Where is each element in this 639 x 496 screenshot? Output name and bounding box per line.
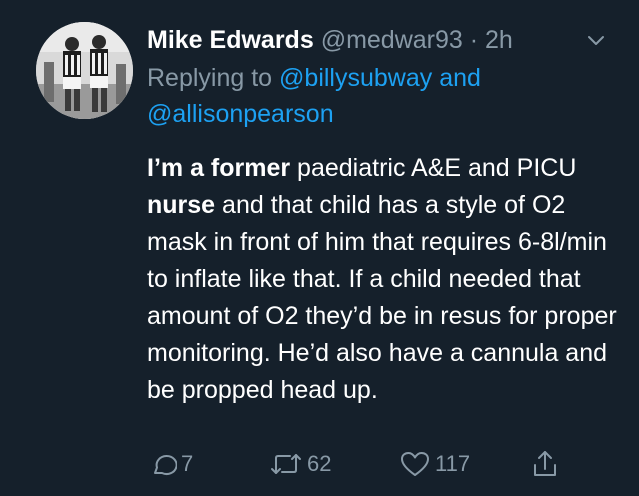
reply-icon	[154, 455, 177, 476]
reply-count: 7	[181, 451, 194, 476]
tweet-body: I’m a former paediatric A&E and PICU nur…	[147, 150, 627, 409]
author-handle[interactable]: @medwar93	[321, 26, 463, 54]
reply-button[interactable]: 7	[147, 444, 193, 484]
tweet-text: and that child has a style of O2 mask in…	[147, 191, 617, 404]
mention-link[interactable]: @billysubway	[279, 64, 432, 92]
like-button[interactable]: 117	[399, 444, 470, 484]
separator-dot: ·	[469, 26, 479, 54]
like-count: 117	[435, 451, 471, 476]
tweet[interactable]: Mike Edwards @medwar93 · 2h Replying to …	[0, 0, 639, 496]
replying-and: and	[432, 64, 481, 92]
replying-to: Replying to @billysubway and @allisonpear…	[147, 60, 587, 132]
avatar[interactable]	[36, 22, 133, 119]
retweet-icon	[271, 454, 301, 474]
tweet-text-bold: I’m a former	[147, 154, 291, 182]
action-bar: 7 62 117	[147, 444, 617, 484]
retweet-button[interactable]: 62	[269, 444, 331, 484]
heart-icon	[401, 452, 429, 476]
retweet-count: 62	[307, 451, 332, 476]
mention-link[interactable]: @allisonpearson	[147, 100, 334, 128]
tweet-text-bold: nurse	[147, 191, 216, 219]
timestamp[interactable]: 2h	[485, 26, 513, 54]
chevron-down-icon[interactable]	[585, 29, 607, 51]
tweet-text: paediatric A&E and PICU	[290, 154, 577, 182]
author-name[interactable]: Mike Edwards	[147, 26, 314, 54]
share-icon	[534, 451, 556, 476]
share-button[interactable]	[530, 444, 560, 484]
tweet-header: Mike Edwards @medwar93 · 2h	[147, 22, 607, 58]
replying-prefix: Replying to	[147, 64, 280, 92]
